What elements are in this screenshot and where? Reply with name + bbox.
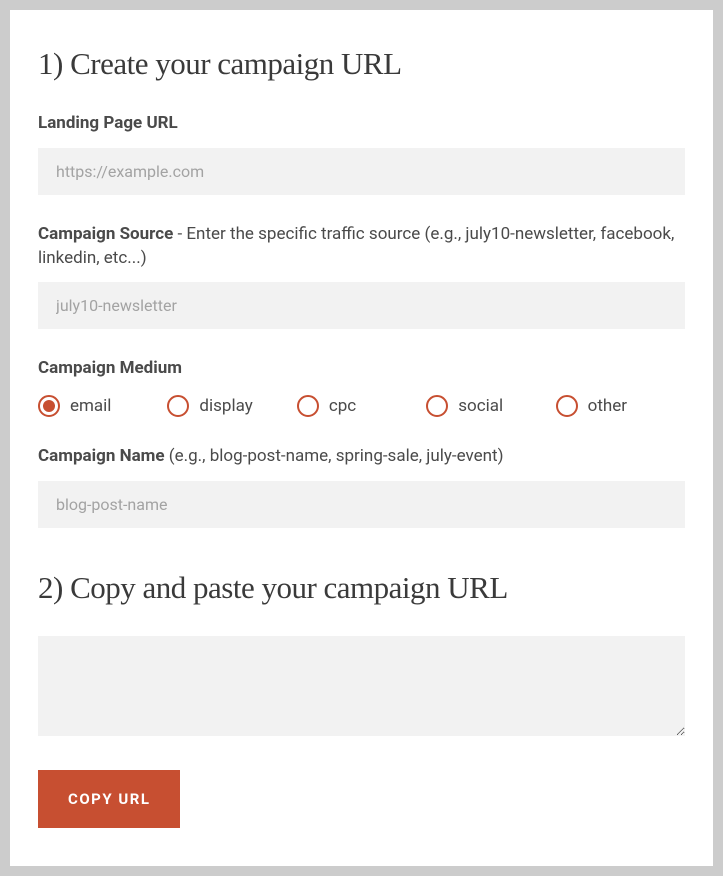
campaign-medium-label-text: Campaign Medium (38, 358, 182, 378)
radio-label: email (70, 396, 111, 416)
output-group (38, 636, 685, 740)
campaign-name-group: Campaign Name (e.g., blog-post-name, spr… (38, 445, 685, 528)
radio-icon (556, 395, 578, 417)
radio-icon (297, 395, 319, 417)
radio-icon (167, 395, 189, 417)
landing-page-label: Landing Page URL (38, 112, 685, 136)
landing-page-label-text: Landing Page URL (38, 113, 178, 133)
campaign-name-label-hint: (e.g., blog-post-name, spring-sale, july… (165, 446, 504, 466)
radio-label: other (588, 396, 627, 416)
radio-label: social (458, 396, 503, 416)
campaign-source-label-bold: Campaign Source (38, 224, 173, 244)
campaign-name-label-bold: Campaign Name (38, 446, 165, 466)
campaign-medium-label: Campaign Medium (38, 357, 685, 381)
radio-option-cpc[interactable]: cpc (297, 395, 426, 417)
radio-option-social[interactable]: social (426, 395, 555, 417)
campaign-source-group: Campaign Source - Enter the specific tra… (38, 223, 685, 330)
radio-label: display (199, 396, 252, 416)
output-textarea[interactable] (38, 636, 685, 736)
radio-icon (38, 395, 60, 417)
radio-icon (426, 395, 448, 417)
campaign-name-input[interactable] (38, 481, 685, 528)
section2-heading: 2) Copy and paste your campaign URL (38, 570, 685, 606)
campaign-source-label: Campaign Source - Enter the specific tra… (38, 223, 685, 271)
radio-label: cpc (329, 396, 356, 416)
form-container: 1) Create your campaign URL Landing Page… (10, 10, 713, 866)
landing-page-input[interactable] (38, 148, 685, 195)
campaign-medium-radio-group: email display cpc social other (38, 395, 685, 417)
campaign-source-input[interactable] (38, 282, 685, 329)
radio-option-other[interactable]: other (556, 395, 685, 417)
radio-option-display[interactable]: display (167, 395, 296, 417)
section1-heading: 1) Create your campaign URL (38, 46, 685, 82)
campaign-name-label: Campaign Name (e.g., blog-post-name, spr… (38, 445, 685, 469)
radio-option-email[interactable]: email (38, 395, 167, 417)
copy-url-button[interactable]: COPY URL (38, 770, 180, 828)
landing-page-group: Landing Page URL (38, 112, 685, 195)
campaign-medium-group: Campaign Medium email display cpc social… (38, 357, 685, 417)
